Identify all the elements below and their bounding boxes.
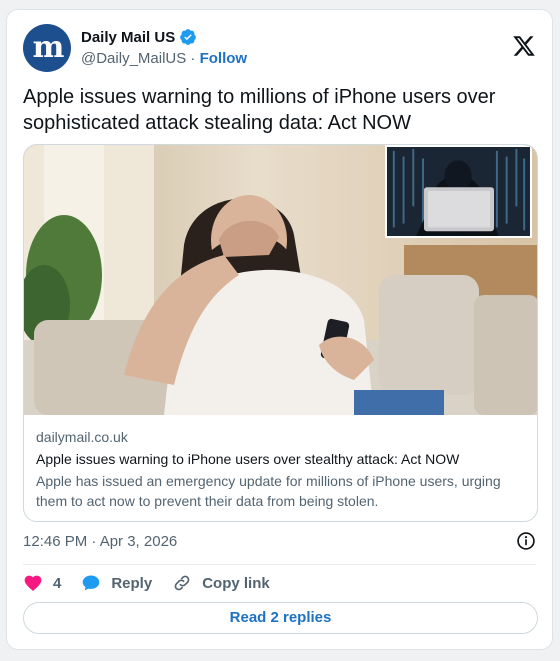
like-count: 4 [53, 574, 62, 592]
divider [23, 564, 536, 565]
link-title[interactable]: Apple issues warning to iPhone users ove… [36, 451, 531, 467]
handle-separator: · [190, 50, 196, 67]
author-name-row: Daily Mail US [81, 28, 197, 46]
author-name[interactable]: Daily Mail US [81, 29, 175, 46]
verified-badge-icon [180, 29, 197, 45]
reply-bubble-icon [83, 575, 100, 591]
link-icon [174, 575, 190, 591]
tweet-timestamp[interactable]: 12:46 PM · Apr 3, 2026 [23, 533, 177, 550]
hacker-inset-photo [385, 145, 532, 238]
follow-link[interactable]: Follow [200, 50, 248, 67]
action-bar: 4 Reply Copy link [23, 571, 290, 595]
tweet-text: Apple issues warning to millions of iPho… [23, 86, 496, 134]
read-replies-button[interactable]: Read 2 replies [23, 602, 538, 634]
avatar-logo-letter: m [32, 30, 65, 65]
tweet-header: m Daily Mail US @Daily_MailUS · Follow [23, 24, 536, 72]
info-icon[interactable] [516, 531, 536, 551]
author-handle[interactable]: @Daily_MailUS [81, 50, 186, 67]
link-description: Apple has issued an emergency update for… [36, 473, 501, 509]
link-preview-text: dailymail.co.uk Apple issues warning to … [36, 429, 531, 511]
like-button[interactable]: 4 [23, 573, 61, 593]
author-handle-row: @Daily_MailUS · Follow [81, 50, 247, 67]
reply-label: Reply [111, 574, 153, 592]
reply-button[interactable]: Reply [81, 573, 152, 593]
avatar[interactable]: m [23, 24, 71, 72]
copy-link-label: Copy link [202, 574, 270, 592]
link-preview-card[interactable]: dailymail.co.uk Apple issues warning to … [23, 144, 538, 522]
x-logo-icon[interactable] [512, 34, 536, 58]
copy-link-button[interactable]: Copy link [172, 573, 270, 593]
link-domain: dailymail.co.uk [36, 429, 128, 445]
heart-icon [24, 575, 42, 591]
tweet-embed-card: m Daily Mail US @Daily_MailUS · Follow A… [6, 9, 553, 650]
